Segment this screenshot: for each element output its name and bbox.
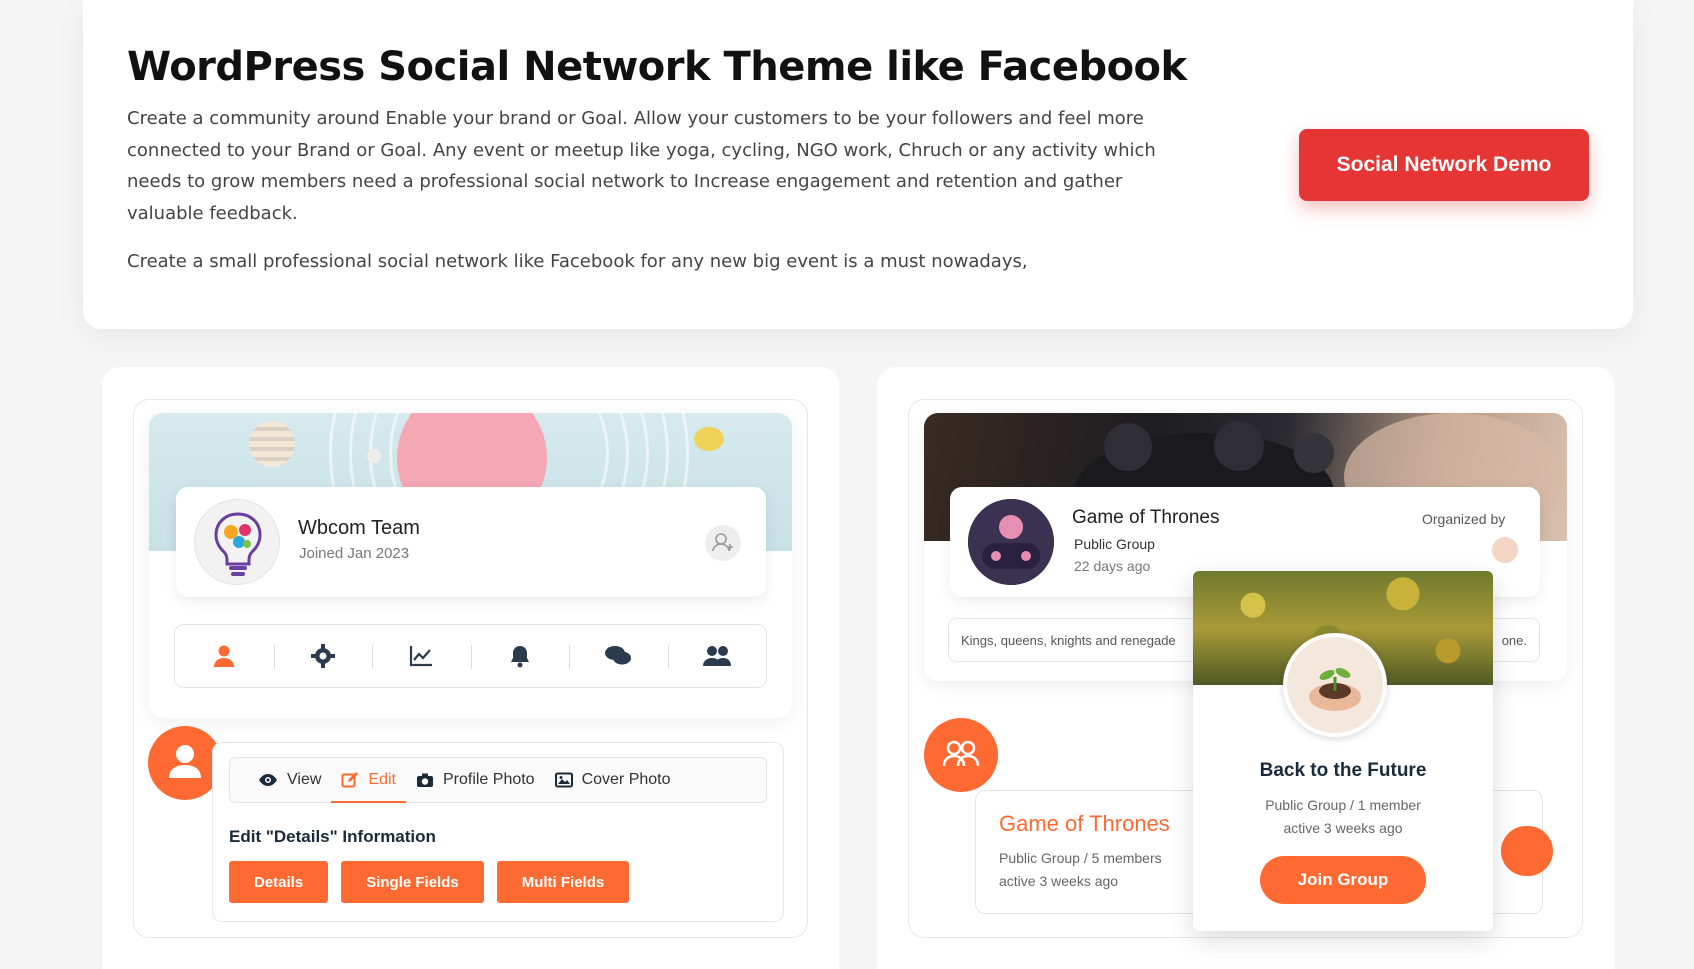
edit-profile-card: View Edit Profile Photo Cover Photo Edit… — [212, 742, 784, 922]
profile-mock-frame: Wbcom Team Joined Jan 2023 View Edit Pro… — [133, 399, 808, 938]
popup-group-title[interactable]: Back to the Future — [1193, 760, 1493, 782]
tab-view-label: View — [287, 771, 322, 788]
edit-details-heading: Edit "Details" Information — [229, 827, 436, 846]
groups-orange-avatar — [924, 718, 998, 792]
user-plus-icon — [712, 533, 733, 552]
profile-card: Wbcom Team Joined Jan 2023 — [149, 413, 792, 718]
group-title[interactable]: Game of Thrones — [1072, 507, 1220, 529]
member-joined-date: Joined Jan 2023 — [299, 545, 410, 562]
groups-mock-frame: Game of Thrones Public Group 22 days ago… — [908, 399, 1583, 938]
organized-by-label: Organized by — [1422, 511, 1506, 527]
edit-icon — [341, 772, 359, 788]
gamer-avatar-icon — [968, 499, 1054, 585]
popup-group-avatar[interactable] — [1283, 633, 1387, 737]
details-button[interactable]: Details — [229, 861, 329, 903]
multi-fields-button[interactable]: Multi Fields — [496, 861, 630, 903]
popup-group-type: Public Group / 1 member — [1265, 797, 1421, 813]
user-icon — [214, 645, 235, 667]
tab-edit-label: Edit — [368, 771, 396, 788]
comments-icon — [605, 646, 632, 665]
tab-profile-photo-label: Profile Photo — [442, 771, 535, 788]
profile-nav-notifications[interactable] — [470, 625, 570, 687]
camera-icon — [416, 773, 433, 787]
page-title: WordPress Social Network Theme like Face… — [127, 44, 1187, 90]
hero-description: Create a community around Enable your br… — [127, 108, 1156, 224]
bell-icon — [510, 646, 529, 668]
profile-nav-messages[interactable] — [569, 625, 668, 687]
group-popup-card: Back to the Future Public Group / 1 memb… — [1193, 571, 1493, 931]
gear-icon — [310, 644, 335, 668]
member-header: Wbcom Team Joined Jan 2023 — [176, 487, 766, 597]
profile-nav-settings[interactable] — [273, 625, 373, 687]
group-list-active: active 3 weeks ago — [999, 873, 1119, 889]
single-fields-button[interactable]: Single Fields — [341, 861, 484, 903]
users-icon — [702, 646, 731, 666]
tab-view[interactable]: View — [248, 758, 331, 802]
image-icon — [554, 772, 573, 788]
member-name[interactable]: Wbcom Team — [298, 517, 420, 540]
group-description-start: Kings, queens, knights and renegade — [961, 632, 1176, 648]
social-network-demo-button[interactable]: Social Network Demo — [1299, 129, 1589, 201]
group-type: Public Group — [1074, 536, 1155, 552]
profile-showcase-panel: Wbcom Team Joined Jan 2023 View Edit Pro… — [102, 367, 839, 969]
hero-section: WordPress Social Network Theme like Face… — [83, 0, 1633, 329]
add-friend-button[interactable] — [705, 525, 741, 561]
profile-orange-avatar — [148, 726, 222, 800]
chart-icon — [410, 646, 433, 667]
profile-nav-user[interactable] — [175, 625, 274, 687]
group-list-title[interactable]: Game of Thrones — [999, 811, 1170, 837]
group-age: 22 days ago — [1074, 558, 1151, 574]
group-avatar[interactable] — [968, 499, 1054, 585]
lightbulb-logo-icon — [214, 512, 262, 576]
avatar[interactable] — [194, 499, 280, 585]
organizer-avatar[interactable] — [1490, 535, 1520, 565]
users-group-icon — [942, 740, 980, 767]
profile-nav-friends[interactable] — [667, 625, 767, 687]
tab-cover-photo[interactable]: Cover Photo — [545, 758, 681, 802]
hero-tagline: Create a small professional social netwo… — [127, 251, 1028, 272]
profile-nav-icon-bar — [174, 624, 767, 688]
join-group-button[interactable]: Join Group — [1260, 856, 1426, 904]
sprout-hands-icon — [1309, 668, 1361, 711]
profile-nav-activity[interactable] — [372, 625, 471, 687]
field-group-buttons: Details Single Fields Multi Fields — [229, 861, 630, 903]
groups-showcase-panel: Game of Thrones Public Group 22 days ago… — [877, 367, 1614, 969]
group-description-end: one. — [1501, 632, 1527, 648]
eye-icon — [259, 774, 277, 786]
group-list-join-button[interactable] — [1501, 826, 1553, 876]
tab-profile-photo[interactable]: Profile Photo — [406, 758, 545, 802]
tab-edit[interactable]: Edit — [331, 758, 406, 803]
group-list-type: Public Group / 5 members — [999, 850, 1162, 866]
popup-group-active: active 3 weeks ago — [1283, 820, 1403, 836]
user-icon — [169, 745, 201, 778]
profile-edit-tabs: View Edit Profile Photo Cover Photo — [229, 757, 767, 803]
tab-cover-photo-label: Cover Photo — [581, 771, 671, 788]
